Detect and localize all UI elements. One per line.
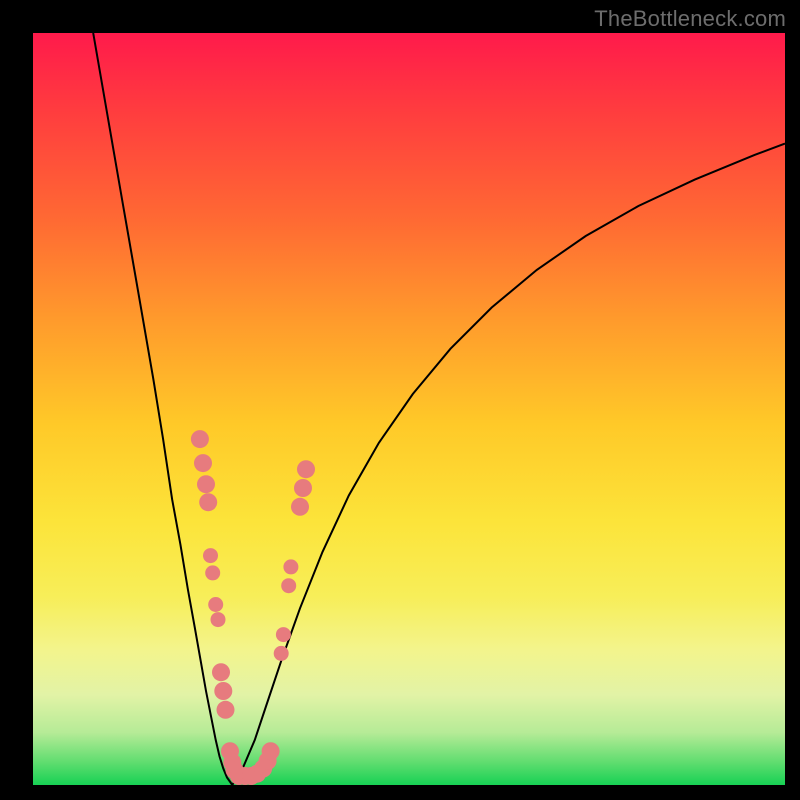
data-point (211, 612, 226, 627)
data-point (281, 578, 296, 593)
data-point (212, 663, 230, 681)
data-point (297, 460, 315, 478)
data-point (291, 498, 309, 516)
data-point (208, 597, 223, 612)
data-point (203, 548, 218, 563)
scatter-dots (191, 430, 315, 785)
data-point (191, 430, 209, 448)
data-point (283, 559, 298, 574)
curve-left (93, 33, 232, 785)
data-point (214, 682, 232, 700)
data-point (197, 475, 215, 493)
chart-frame: TheBottleneck.com (0, 0, 800, 800)
data-point (205, 565, 220, 580)
bottleneck-curve (33, 33, 785, 785)
data-point (194, 454, 212, 472)
data-point (262, 742, 280, 760)
curve-right (232, 144, 785, 786)
data-point (294, 479, 312, 497)
data-point (274, 646, 289, 661)
data-point (217, 701, 235, 719)
plot-area (33, 33, 785, 785)
data-point (199, 493, 217, 511)
watermark-text: TheBottleneck.com (594, 6, 786, 32)
data-point (276, 627, 291, 642)
